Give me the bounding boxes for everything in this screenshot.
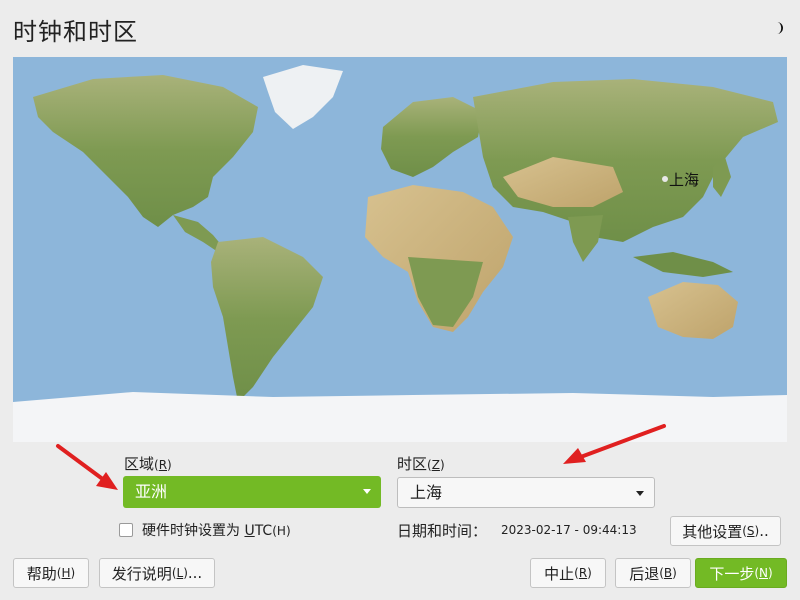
utc-checkbox[interactable] xyxy=(119,523,133,537)
timezone-value: 上海 xyxy=(410,483,443,502)
chevron-down-icon xyxy=(636,491,644,496)
other-settings-button[interactable]: 其他设置 (S).. xyxy=(670,516,781,546)
timezone-label: 时区(Z) xyxy=(397,455,445,473)
utc-label: 硬件时钟设置为 UTC(H) xyxy=(142,523,291,539)
timezone-dropdown[interactable]: 上海 xyxy=(397,477,655,508)
next-button[interactable]: 下一步 (N) xyxy=(695,558,787,588)
moon-icon[interactable] xyxy=(768,20,784,36)
back-button[interactable]: 后退 (B) xyxy=(615,558,691,588)
page-title: 时钟和时区 xyxy=(13,18,138,46)
chevron-down-icon xyxy=(363,489,371,494)
arrow-to-region-icon xyxy=(56,444,118,490)
abort-button[interactable]: 中止 (R) xyxy=(530,558,606,588)
help-button[interactable]: 帮助 (H) xyxy=(13,558,89,588)
datetime-value: 2023-02-17 - 09:44:13 xyxy=(501,523,637,537)
region-value: 亚洲 xyxy=(135,482,168,501)
region-dropdown[interactable]: 亚洲 xyxy=(123,476,381,508)
utc-option[interactable]: 硬件时钟设置为 UTC(H) xyxy=(119,520,291,540)
region-label: 区域(R) xyxy=(124,455,172,473)
map-city-label: 上海 xyxy=(669,171,699,189)
release-notes-button[interactable]: 发行说明 (L)... xyxy=(99,558,215,588)
world-map[interactable]: 上海 xyxy=(13,57,787,442)
datetime-label: 日期和时间： xyxy=(397,522,488,540)
